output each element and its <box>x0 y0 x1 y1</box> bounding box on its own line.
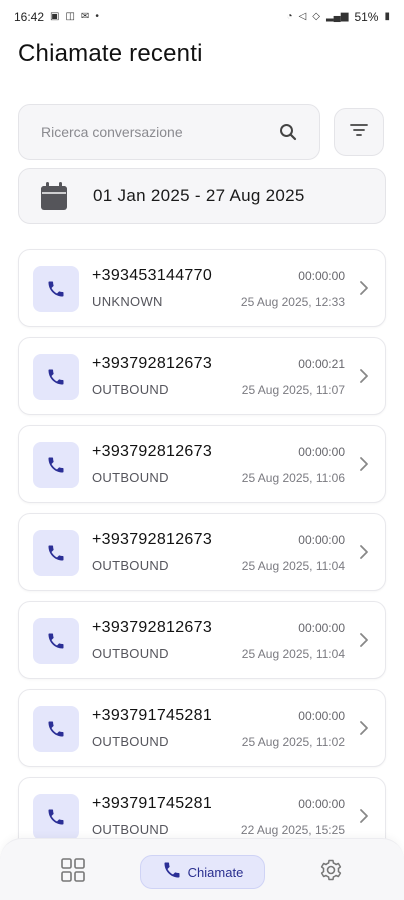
phone-icon <box>162 860 182 885</box>
call-datetime: 25 Aug 2025, 11:07 <box>241 383 345 397</box>
call-list: +393453144770 UNKNOWN 00:00:00 25 Aug 20… <box>18 249 386 865</box>
page-title: Chiamate recenti <box>18 40 203 67</box>
call-item[interactable]: +393792812673 OUTBOUND 00:00:00 25 Aug 2… <box>18 601 386 679</box>
alarm-icon: ◔ <box>286 11 293 22</box>
call-item[interactable]: +393791745281 OUTBOUND 00:00:00 25 Aug 2… <box>18 689 386 767</box>
status-bar: 16:42 ▣ ◫ ✉ • ◔ ◁ ◇ ▂▄▆ 51% ▮ <box>0 0 404 34</box>
mute-icon: ◁ <box>298 11 307 22</box>
search-input[interactable] <box>41 124 277 140</box>
call-number: +393792812673 <box>92 355 213 372</box>
date-range-text: 01 Jan 2025 - 27 Aug 2025 <box>93 186 305 205</box>
status-left: 16:42 ▣ ◫ ✉ • <box>14 10 99 24</box>
notification-icon: ▣ <box>50 11 60 22</box>
phone-icon <box>33 442 79 488</box>
chevron-right-icon <box>357 630 371 650</box>
call-duration: 00:00:00 <box>298 445 345 459</box>
call-datetime: 25 Aug 2025, 11:04 <box>241 647 345 661</box>
game-controller-icon: ◫ <box>65 11 75 22</box>
call-number: +393792812673 <box>92 619 213 636</box>
nav-dashboard-button[interactable] <box>58 857 88 887</box>
filter-button[interactable] <box>334 108 384 156</box>
phone-icon <box>33 706 79 752</box>
call-direction: OUTBOUND <box>92 822 169 837</box>
phone-icon <box>33 618 79 664</box>
dashboard-grid-icon <box>61 857 85 887</box>
call-number: +393453144770 <box>92 267 213 284</box>
date-range-picker[interactable]: 01 Jan 2025 - 27 Aug 2025 <box>18 168 386 224</box>
status-right: ◔ ◁ ◇ ▂▄▆ 51% ▮ <box>287 10 390 24</box>
mail-icon: ✉ <box>80 11 90 22</box>
call-direction: OUTBOUND <box>92 470 169 485</box>
nav-calls-button[interactable]: Chiamate <box>140 855 265 889</box>
gear-icon <box>319 858 343 887</box>
chevron-right-icon <box>357 718 371 738</box>
call-number: +393792812673 <box>92 531 213 548</box>
call-number: +393792812673 <box>92 443 213 460</box>
call-duration: 00:00:00 <box>298 533 345 547</box>
filter-icon <box>350 123 368 142</box>
signal-icon: ▂▄▆ <box>325 11 349 22</box>
chevron-right-icon <box>357 366 371 386</box>
call-duration: 00:00:00 <box>298 621 345 635</box>
dot-icon: • <box>95 11 99 22</box>
chevron-right-icon <box>357 454 371 474</box>
nav-settings-button[interactable] <box>318 859 344 885</box>
search-box[interactable] <box>18 104 320 160</box>
call-datetime: 25 Aug 2025, 12:33 <box>240 295 345 309</box>
call-datetime: 25 Aug 2025, 11:06 <box>241 471 345 485</box>
battery-percent: 51% <box>354 10 379 24</box>
call-item[interactable]: +393792812673 OUTBOUND 00:00:00 25 Aug 2… <box>18 425 386 503</box>
phone-icon <box>33 794 79 840</box>
status-time: 16:42 <box>14 10 45 24</box>
call-direction: OUTBOUND <box>92 646 169 661</box>
chevron-right-icon <box>357 806 371 826</box>
call-direction: UNKNOWN <box>92 294 163 309</box>
call-duration: 00:00:00 <box>298 797 345 811</box>
call-item[interactable]: +393792812673 OUTBOUND 00:00:21 25 Aug 2… <box>18 337 386 415</box>
call-duration: 00:00:00 <box>298 709 345 723</box>
call-direction: OUTBOUND <box>92 382 169 397</box>
wifi-icon: ◇ <box>312 11 320 22</box>
call-number: +393791745281 <box>92 707 213 724</box>
call-direction: OUTBOUND <box>92 558 169 573</box>
phone-icon <box>33 354 79 400</box>
call-duration: 00:00:21 <box>298 357 345 371</box>
call-datetime: 25 Aug 2025, 11:04 <box>241 559 345 573</box>
call-duration: 00:00:00 <box>298 269 345 283</box>
call-item[interactable]: +393453144770 UNKNOWN 00:00:00 25 Aug 20… <box>18 249 386 327</box>
call-item[interactable]: +393792812673 OUTBOUND 00:00:00 25 Aug 2… <box>18 513 386 591</box>
phone-icon <box>33 266 79 312</box>
nav-calls-label: Chiamate <box>187 864 244 880</box>
search-icon[interactable] <box>277 121 299 143</box>
battery-icon: ▮ <box>384 11 390 22</box>
call-datetime: 25 Aug 2025, 11:02 <box>241 735 345 749</box>
chevron-right-icon <box>357 542 371 562</box>
call-number: +393791745281 <box>92 795 213 812</box>
call-datetime: 22 Aug 2025, 15:25 <box>240 823 345 837</box>
call-direction: OUTBOUND <box>92 734 169 749</box>
calendar-icon <box>39 181 69 211</box>
chevron-right-icon <box>357 278 371 298</box>
bottom-nav: Chiamate <box>0 838 404 900</box>
phone-icon <box>33 530 79 576</box>
